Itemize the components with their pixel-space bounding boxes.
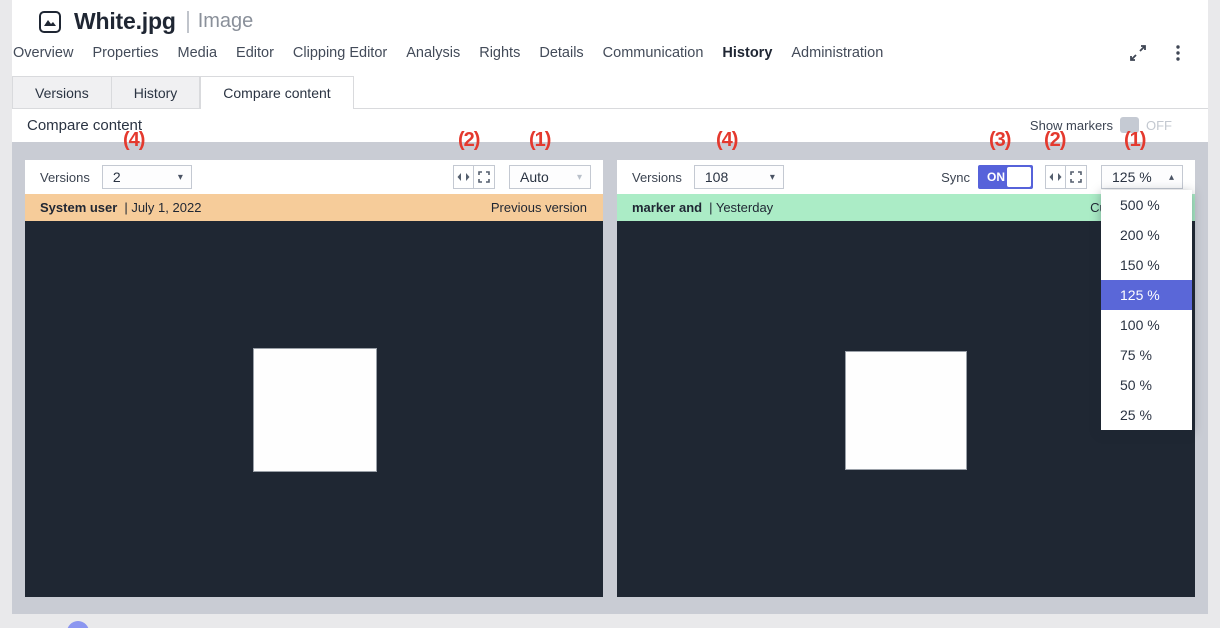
versions-label: Versions bbox=[632, 170, 682, 185]
fullscreen-icon[interactable] bbox=[1066, 165, 1087, 189]
nav-item-overview[interactable]: Overview bbox=[13, 45, 73, 61]
red-annotation-4: (4) bbox=[123, 129, 144, 152]
red-annotation-1: (1) bbox=[1124, 129, 1145, 152]
header-icons bbox=[1128, 43, 1188, 63]
left-version-bar: System user | July 1, 2022 Previous vers… bbox=[25, 194, 603, 221]
main-nav: Overview Properties Media Editor Clipping Ed… bbox=[13, 45, 883, 61]
left-view-buttons bbox=[453, 165, 495, 189]
tab-versions[interactable]: Versions bbox=[12, 76, 112, 108]
right-panel-toolbar: Versions 108 ▾ Sync ON bbox=[617, 160, 1195, 194]
subheader: Compare content Show markers OFF bbox=[12, 109, 1208, 142]
red-annotation-1: (1) bbox=[529, 129, 550, 152]
nav-item-properties[interactable]: Properties bbox=[92, 45, 158, 61]
content-card: White.jpg Image Overview Properties Media E… bbox=[12, 0, 1208, 614]
zoom-option-150[interactable]: 150 % bbox=[1101, 250, 1192, 280]
red-annotation-2: (2) bbox=[1044, 129, 1065, 152]
page-title: White.jpg bbox=[74, 8, 176, 35]
chevron-down-icon: ▾ bbox=[178, 172, 183, 183]
sync-label: Sync bbox=[941, 170, 970, 185]
zoom-option-75[interactable]: 75 % bbox=[1101, 340, 1192, 370]
chevron-down-icon: ▾ bbox=[577, 172, 582, 183]
version-author: System user bbox=[40, 200, 117, 215]
chevron-down-icon: ▾ bbox=[770, 172, 775, 183]
version-date: | Yesterday bbox=[709, 200, 773, 215]
red-annotation-2: (2) bbox=[458, 129, 479, 152]
left-version-select[interactable]: 2 ▾ bbox=[102, 165, 192, 189]
sync-toggle-knob bbox=[1007, 167, 1031, 187]
nav-item-media[interactable]: Media bbox=[178, 45, 218, 61]
show-markers-state: OFF bbox=[1146, 118, 1172, 133]
right-view-buttons bbox=[1045, 165, 1087, 189]
sync-toggle[interactable]: ON bbox=[978, 165, 1033, 189]
expand-icon[interactable] bbox=[1128, 43, 1148, 63]
nav-item-administration[interactable]: Administration bbox=[791, 45, 883, 61]
chevron-up-icon: ▴ bbox=[1169, 172, 1174, 183]
left-zoom-select[interactable]: Auto ▾ bbox=[509, 165, 591, 189]
title-separator bbox=[187, 11, 189, 33]
fit-width-icon[interactable] bbox=[453, 165, 474, 189]
nav-item-communication[interactable]: Communication bbox=[603, 45, 704, 61]
nav-item-editor[interactable]: Editor bbox=[236, 45, 274, 61]
compare-area: Versions 2 ▾ Aut bbox=[12, 142, 1208, 614]
floating-help-button-partial[interactable] bbox=[67, 621, 89, 628]
nav-item-clipping-editor[interactable]: Clipping Editor bbox=[293, 45, 387, 61]
zoom-option-50[interactable]: 50 % bbox=[1101, 370, 1192, 400]
tab-history[interactable]: History bbox=[112, 76, 201, 108]
left-image-viewer[interactable] bbox=[25, 221, 603, 597]
nav-item-details[interactable]: Details bbox=[539, 45, 583, 61]
compare-content-page: White.jpg Image Overview Properties Media E… bbox=[0, 0, 1220, 628]
zoom-option-25[interactable]: 25 % bbox=[1101, 400, 1192, 430]
image-icon bbox=[38, 10, 62, 34]
left-compare-panel: Versions 2 ▾ Aut bbox=[25, 160, 603, 597]
red-annotation-3: (3) bbox=[989, 129, 1010, 152]
sync-state: ON bbox=[987, 170, 1005, 184]
zoom-option-100[interactable]: 100 % bbox=[1101, 310, 1192, 340]
fit-width-icon[interactable] bbox=[1045, 165, 1066, 189]
left-panel-toolbar: Versions 2 ▾ Aut bbox=[25, 160, 603, 194]
left-image-preview bbox=[253, 348, 377, 472]
fullscreen-icon[interactable] bbox=[474, 165, 495, 189]
title-row: White.jpg Image bbox=[38, 8, 253, 35]
nav-item-history[interactable]: History bbox=[722, 45, 772, 61]
show-markers-label: Show markers bbox=[1030, 118, 1113, 133]
right-version-select[interactable]: 108 ▾ bbox=[694, 165, 784, 189]
zoom-option-200[interactable]: 200 % bbox=[1101, 220, 1192, 250]
right-image-preview bbox=[845, 351, 967, 470]
zoom-level-menu: 500 %200 %150 %125 %100 %75 %50 %25 % bbox=[1101, 190, 1192, 430]
tab-compare-content[interactable]: Compare content bbox=[200, 76, 353, 109]
tab-bar: VersionsHistoryCompare content bbox=[12, 77, 1208, 109]
versions-label: Versions bbox=[40, 170, 90, 185]
kebab-menu-icon[interactable] bbox=[1168, 43, 1188, 63]
nav-item-rights[interactable]: Rights bbox=[479, 45, 520, 61]
version-author: marker and bbox=[632, 200, 702, 215]
right-zoom-select[interactable]: 125 % ▴ bbox=[1101, 165, 1183, 189]
red-annotation-4: (4) bbox=[716, 129, 737, 152]
version-date: | July 1, 2022 bbox=[124, 200, 201, 215]
asset-type-label: Image bbox=[198, 10, 254, 33]
zoom-option-500[interactable]: 500 % bbox=[1101, 190, 1192, 220]
version-tag: Previous version bbox=[491, 200, 587, 215]
zoom-option-125[interactable]: 125 % bbox=[1101, 280, 1192, 310]
nav-item-analysis[interactable]: Analysis bbox=[406, 45, 460, 61]
